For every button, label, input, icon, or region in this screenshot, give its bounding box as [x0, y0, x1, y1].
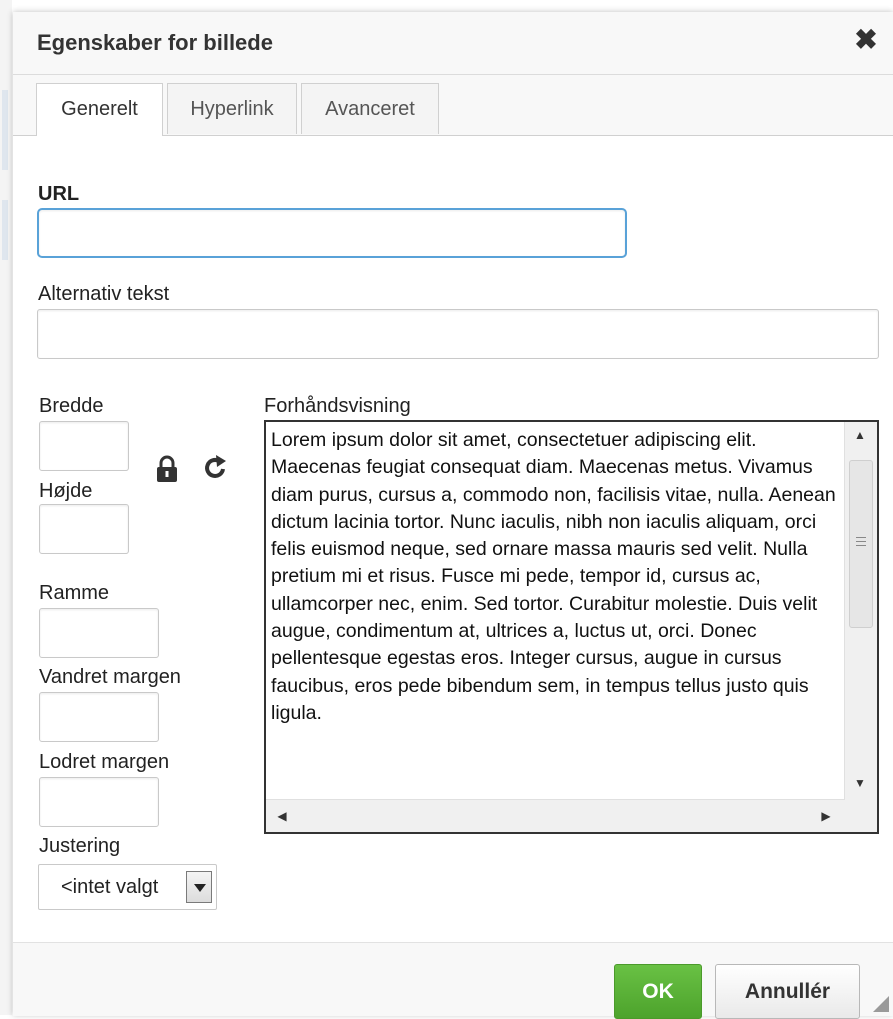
- grip-line: [856, 537, 866, 538]
- align-select[interactable]: <intet valgt: [38, 864, 217, 910]
- scroll-right-icon[interactable]: ▶: [816, 809, 836, 823]
- close-icon[interactable]: ✖: [851, 24, 881, 56]
- url-input[interactable]: [37, 208, 627, 258]
- resize-handle-icon[interactable]: [873, 996, 889, 1012]
- scrollbar-corner: [845, 800, 877, 832]
- border-input[interactable]: [39, 608, 159, 658]
- vspace-input[interactable]: [39, 777, 159, 827]
- dialog-footer: OK Annullér: [13, 942, 893, 1019]
- preview-label: Forhåndsvisning: [264, 395, 411, 417]
- scroll-up-icon[interactable]: ▲: [850, 428, 870, 442]
- dropdown-arrow-icon[interactable]: [186, 871, 212, 903]
- height-label: Højde: [39, 480, 93, 502]
- align-select-value: <intet valgt: [61, 876, 159, 898]
- height-input[interactable]: [39, 504, 129, 554]
- preview-horizontal-scrollbar[interactable]: ◀ ▶: [266, 799, 845, 832]
- scroll-down-icon[interactable]: ▼: [850, 776, 870, 790]
- align-label: Justering: [39, 835, 121, 857]
- alt-text-label: Alternativ tekst: [38, 283, 170, 305]
- width-label: Bredde: [39, 395, 104, 417]
- scroll-thumb[interactable]: [849, 460, 873, 628]
- alt-text-input[interactable]: [37, 309, 879, 359]
- scroll-left-icon[interactable]: ◀: [272, 809, 292, 823]
- image-properties-dialog: Egenskaber for billede ✖ Generelt Hyperl…: [13, 12, 893, 1019]
- background-mark: [2, 90, 8, 170]
- grip-line: [856, 545, 866, 546]
- preview-box: Lorem ipsum dolor sit amet, consectetuer…: [264, 420, 879, 834]
- dialog-title: Egenskaber for billede: [37, 30, 273, 55]
- preview-text: Lorem ipsum dolor sit amet, consectetuer…: [271, 429, 836, 724]
- border-label: Ramme: [39, 582, 110, 604]
- dialog-title-bar[interactable]: Egenskaber for billede ✖: [13, 12, 893, 75]
- tab-hyperlink[interactable]: Hyperlink: [167, 83, 297, 134]
- hspace-input[interactable]: [39, 692, 159, 742]
- background-mark: [2, 200, 8, 260]
- width-input[interactable]: [39, 421, 129, 471]
- preview-vertical-scrollbar[interactable]: ▲ ▼: [844, 422, 877, 800]
- tab-label: Avanceret: [325, 98, 415, 120]
- grip-line: [856, 541, 866, 542]
- ok-button[interactable]: OK: [614, 964, 702, 1019]
- tab-label: Generelt: [61, 98, 138, 120]
- url-label: URL: [38, 183, 80, 205]
- tab-generelt[interactable]: Generelt: [36, 83, 163, 136]
- hspace-label: Vandret margen: [39, 666, 181, 688]
- lock-icon[interactable]: [155, 455, 179, 483]
- vspace-label: Lodret margen: [39, 751, 170, 773]
- tab-avanceret[interactable]: Avanceret: [301, 83, 439, 134]
- tab-label: Hyperlink: [190, 98, 274, 120]
- background-page-edge: [0, 0, 12, 1015]
- reset-size-icon[interactable]: [203, 453, 229, 481]
- cancel-button[interactable]: Annullér: [715, 964, 860, 1019]
- tab-bar: Generelt Hyperlink Avanceret: [13, 75, 893, 136]
